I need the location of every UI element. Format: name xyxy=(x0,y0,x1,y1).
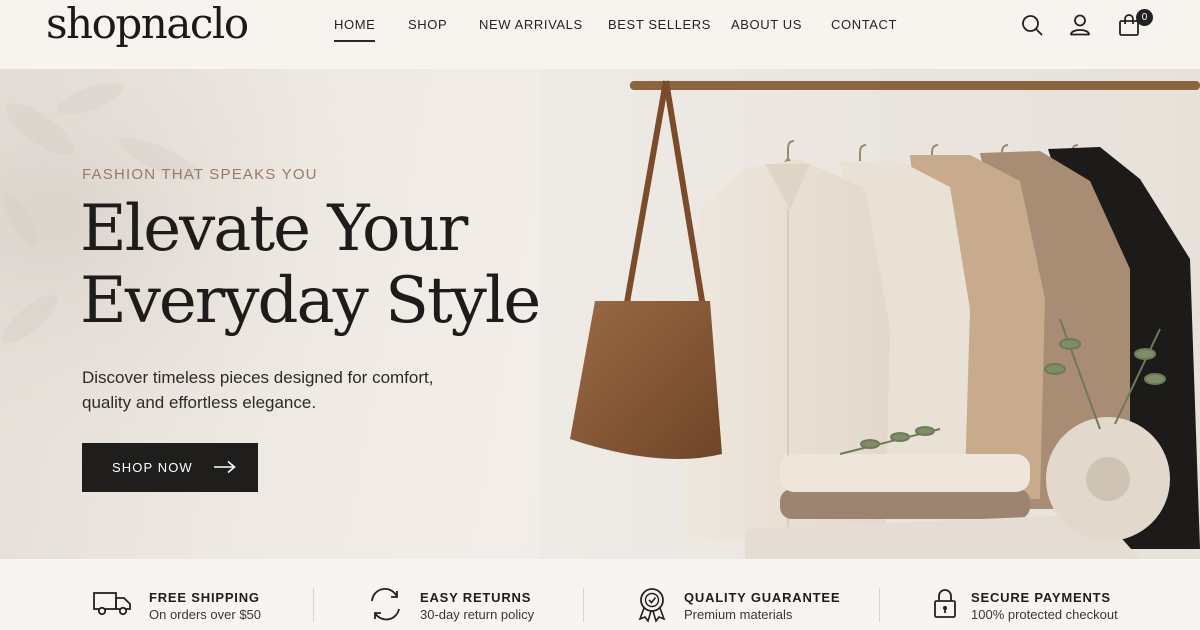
shop-now-button[interactable]: SHOP NOW xyxy=(82,443,258,492)
feature-title: QUALITY GUARANTEE xyxy=(684,590,841,605)
nav-new-arrivals[interactable]: NEW ARRIVALS xyxy=(479,17,583,32)
hero-headline-line-1: Elevate Your xyxy=(80,192,468,266)
shop-now-label: SHOP NOW xyxy=(112,460,193,475)
features-bar: FREE SHIPPING On orders over $50 EASY RE… xyxy=(0,559,1200,630)
feature-divider xyxy=(583,588,584,622)
user-icon[interactable] xyxy=(1068,12,1092,38)
hero-subcopy-line-2: quality and effortless elegance. xyxy=(82,393,317,412)
nav-best-sellers[interactable]: BEST SELLERS xyxy=(608,17,711,32)
feature-title: EASY RETURNS xyxy=(420,590,532,605)
feature-subtitle: 30-day return policy xyxy=(420,607,535,622)
truck-icon xyxy=(93,592,131,616)
hero-headline: Elevate Your Everyday Style xyxy=(80,192,541,338)
lock-icon xyxy=(934,589,956,618)
award-badge-icon xyxy=(638,588,666,623)
arrow-right-icon xyxy=(214,460,236,474)
search-icon[interactable] xyxy=(1020,12,1044,38)
feature-subtitle: Premium materials xyxy=(684,607,793,622)
returns-icon xyxy=(371,588,400,621)
feature-divider xyxy=(313,588,314,622)
hero-banner: FASHION THAT SPEAKS YOU Elevate Your Eve… xyxy=(0,69,1200,559)
hero-subcopy: Discover timeless pieces designed for co… xyxy=(82,365,482,415)
hero-product-image xyxy=(540,69,1200,559)
feature-subtitle: On orders over $50 xyxy=(149,607,262,622)
hero-subcopy-line-1: Discover timeless pieces designed for co… xyxy=(82,368,434,387)
nav-about-us[interactable]: ABOUT US xyxy=(731,17,802,32)
cart-count-badge: 0 xyxy=(1136,9,1153,26)
nav-contact[interactable]: CONTACT xyxy=(831,17,897,32)
site-header: shopnaclo HOME SHOP NEW ARRIVALS BEST SE… xyxy=(0,0,1200,69)
feature-subtitle: 100% protected checkout xyxy=(971,607,1118,622)
feature-divider xyxy=(879,588,880,622)
nav-shop[interactable]: SHOP xyxy=(408,17,447,32)
hero-eyebrow: FASHION THAT SPEAKS YOU xyxy=(82,166,318,183)
nav-home[interactable]: HOME xyxy=(334,17,376,42)
hero-headline-line-2: Everyday Style xyxy=(80,264,541,338)
feature-title: FREE SHIPPING xyxy=(149,590,260,605)
feature-title: SECURE PAYMENTS xyxy=(971,590,1111,605)
